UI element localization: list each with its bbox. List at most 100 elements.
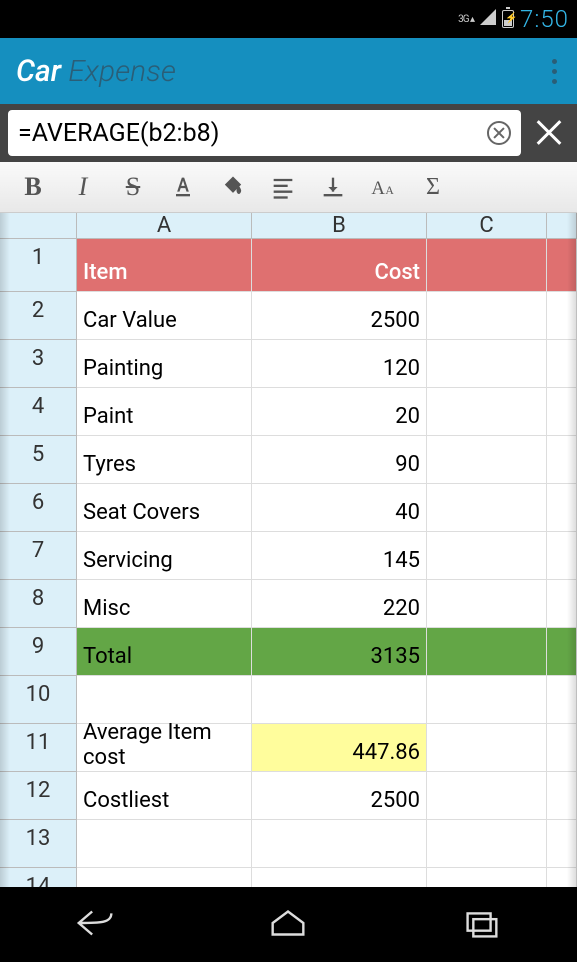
cell-a3[interactable]: Painting	[77, 340, 252, 388]
row-header-6[interactable]: 6	[0, 484, 77, 532]
row-header-14[interactable]: 14	[0, 868, 77, 887]
cell-d11[interactable]	[547, 724, 577, 772]
bold-button[interactable]: B	[8, 163, 58, 211]
cell-d7[interactable]	[547, 532, 577, 580]
cell-d10[interactable]	[547, 676, 577, 724]
formula-input[interactable]: =AVERAGE(b2:b8)	[8, 110, 521, 156]
row-header-4[interactable]: 4	[0, 388, 77, 436]
column-header-b[interactable]: B	[252, 213, 427, 239]
cell-c9[interactable]	[427, 628, 547, 676]
cell-b11[interactable]: 447.86	[252, 724, 427, 772]
cell-b2[interactable]: 2500	[252, 292, 427, 340]
cell-a5[interactable]: Tyres	[77, 436, 252, 484]
fill-color-button[interactable]	[208, 163, 258, 211]
app-title: Car Expense	[16, 54, 176, 89]
cell-c12[interactable]	[427, 772, 547, 820]
spreadsheet[interactable]: A B C 1ItemCost2Car Value25003Painting12…	[0, 213, 577, 887]
cell-d3[interactable]	[547, 340, 577, 388]
formula-text: =AVERAGE(b2:b8)	[18, 119, 219, 148]
row-header-11[interactable]: 11	[0, 724, 77, 772]
column-header-c[interactable]: C	[427, 213, 547, 239]
cell-c5[interactable]	[427, 436, 547, 484]
cell-d5[interactable]	[547, 436, 577, 484]
cell-a9[interactable]: Total	[77, 628, 252, 676]
back-button[interactable]	[73, 905, 119, 945]
network-indicator: 3G ▴	[458, 14, 474, 25]
cell-b5[interactable]: 90	[252, 436, 427, 484]
cell-c6[interactable]	[427, 484, 547, 532]
cell-a12[interactable]: Costliest	[77, 772, 252, 820]
cell-a10[interactable]	[77, 676, 252, 724]
cell-c10[interactable]	[427, 676, 547, 724]
home-button[interactable]	[265, 905, 311, 945]
close-formula-button[interactable]	[529, 113, 569, 153]
row-header-13[interactable]: 13	[0, 820, 77, 868]
row-header-7[interactable]: 7	[0, 532, 77, 580]
cell-b3[interactable]: 120	[252, 340, 427, 388]
text-color-button[interactable]	[158, 163, 208, 211]
cell-c13[interactable]	[427, 820, 547, 868]
overflow-menu-button[interactable]	[544, 51, 565, 92]
row-header-8[interactable]: 8	[0, 580, 77, 628]
align-button[interactable]	[258, 163, 308, 211]
cell-d6[interactable]	[547, 484, 577, 532]
row-header-12[interactable]: 12	[0, 772, 77, 820]
cell-b6[interactable]: 40	[252, 484, 427, 532]
cell-b4[interactable]: 20	[252, 388, 427, 436]
row-header-5[interactable]: 5	[0, 436, 77, 484]
select-all-corner[interactable]	[0, 213, 77, 239]
cell-c3[interactable]	[427, 340, 547, 388]
row-13: 13	[0, 820, 577, 868]
clear-input-icon[interactable]	[487, 121, 511, 145]
cell-b10[interactable]	[252, 676, 427, 724]
cell-b9[interactable]: 3135	[252, 628, 427, 676]
row-11: 11Average Item cost447.86	[0, 724, 577, 772]
italic-button[interactable]: I	[58, 163, 108, 211]
cell-c8[interactable]	[427, 580, 547, 628]
cell-c7[interactable]	[427, 532, 547, 580]
row-9: 9Total3135	[0, 628, 577, 676]
cell-a7[interactable]: Servicing	[77, 532, 252, 580]
cell-d2[interactable]	[547, 292, 577, 340]
cell-d8[interactable]	[547, 580, 577, 628]
column-header-a[interactable]: A	[77, 213, 252, 239]
cell-a8[interactable]: Misc	[77, 580, 252, 628]
cell-d4[interactable]	[547, 388, 577, 436]
cell-d13[interactable]	[547, 820, 577, 868]
row-header-3[interactable]: 3	[0, 340, 77, 388]
cell-a6[interactable]: Seat Covers	[77, 484, 252, 532]
vertical-align-button[interactable]	[308, 163, 358, 211]
cell-b12[interactable]: 2500	[252, 772, 427, 820]
cell-a2[interactable]: Car Value	[77, 292, 252, 340]
cell-a13[interactable]	[77, 820, 252, 868]
cell-c2[interactable]	[427, 292, 547, 340]
formula-bar: =AVERAGE(b2:b8)	[0, 104, 577, 162]
cell-c11[interactable]	[427, 724, 547, 772]
cell-c4[interactable]	[427, 388, 547, 436]
cell-b7[interactable]: 145	[252, 532, 427, 580]
cell-b13[interactable]	[252, 820, 427, 868]
cell-c1[interactable]	[427, 239, 547, 292]
cell-b1[interactable]: Cost	[252, 239, 427, 292]
font-size-button[interactable]: AA	[358, 163, 408, 211]
row-header-2[interactable]: 2	[0, 292, 77, 340]
row-header-9[interactable]: 9	[0, 628, 77, 676]
cell-c14[interactable]	[427, 868, 547, 887]
function-button[interactable]: Σ	[408, 163, 458, 211]
strikethrough-button[interactable]: S	[108, 163, 158, 211]
row-header-10[interactable]: 10	[0, 676, 77, 724]
row-header-1[interactable]: 1	[0, 239, 77, 292]
recent-apps-button[interactable]	[458, 905, 504, 945]
column-header-d[interactable]	[547, 213, 577, 239]
cell-b8[interactable]: 220	[252, 580, 427, 628]
cell-d1[interactable]	[547, 239, 577, 292]
cell-a14[interactable]	[77, 868, 252, 887]
cell-d12[interactable]	[547, 772, 577, 820]
cell-d14[interactable]	[547, 868, 577, 887]
cell-a11[interactable]: Average Item cost	[77, 724, 252, 772]
cell-a4[interactable]: Paint	[77, 388, 252, 436]
row-14: 14	[0, 868, 577, 887]
cell-a1[interactable]: Item	[77, 239, 252, 292]
cell-b14[interactable]	[252, 868, 427, 887]
cell-d9[interactable]	[547, 628, 577, 676]
